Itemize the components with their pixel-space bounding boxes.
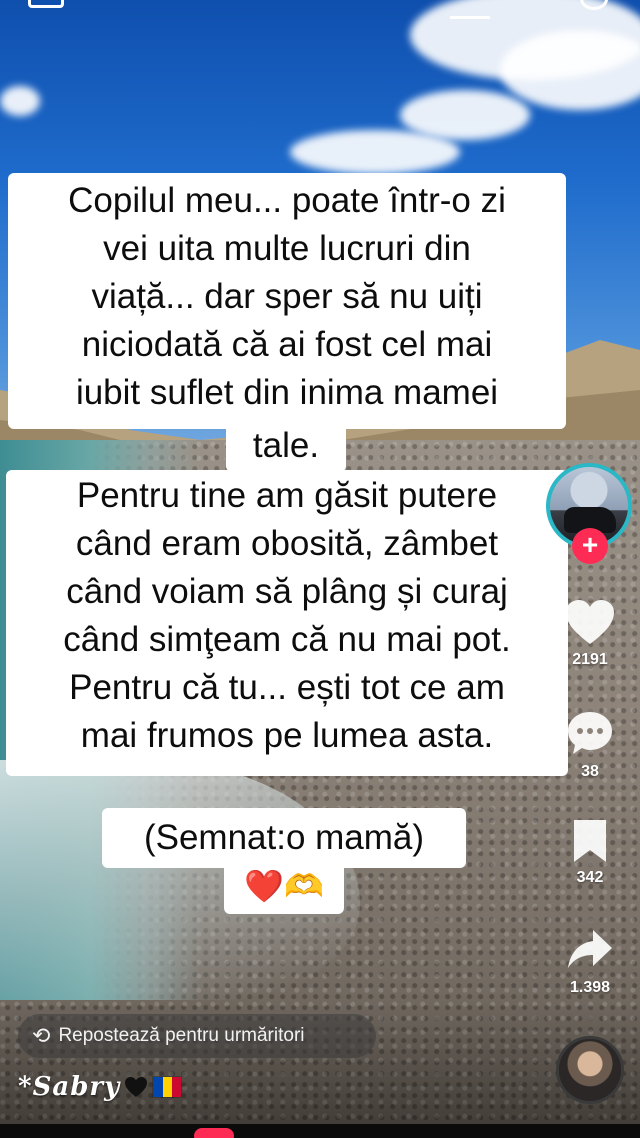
caption-line: tale.: [252, 426, 320, 465]
save-button[interactable]: 342: [556, 818, 624, 887]
heart-icon: [566, 600, 614, 644]
username-text: *Sabry: [18, 1072, 121, 1102]
moldova-flag-icon: [152, 1076, 183, 1098]
signature-box: (Semnat:o mamă): [102, 808, 466, 868]
repost-label: Repostează pentru urmăritori: [58, 1025, 305, 1046]
share-icon: [568, 930, 612, 968]
cloud: [290, 130, 460, 174]
caption-line: niciodată că ai fost cel mai: [81, 325, 493, 364]
caption-block-2: Pentru tine am găsit putere când eram ob…: [6, 470, 568, 776]
caption-line: mai frumos pe lumea asta.: [80, 716, 494, 755]
cloud: [0, 86, 40, 116]
caption-line: iubit suflet din inima mamei: [75, 373, 499, 412]
share-count: 1.398: [569, 979, 611, 996]
caption-line: când voiam să plâng și curaj: [66, 572, 508, 611]
caption-line: când eram obosită, zâmbet: [75, 524, 499, 563]
caption-line: Pentru tine am găsit putere: [76, 476, 498, 515]
bookmark-icon: [574, 820, 606, 862]
follow-button[interactable]: +: [572, 528, 608, 564]
signature-emoji-box: ❤️🫶: [224, 860, 344, 914]
signature-emojis: ❤️🫶: [244, 867, 324, 905]
like-count: 2191: [572, 651, 608, 668]
repost-button[interactable]: ⟲ Repostează pentru urmăritori: [18, 1014, 376, 1058]
caption-line: Copilul meu... poate într-o zi: [68, 181, 506, 220]
save-count: 342: [576, 869, 604, 886]
comment-button[interactable]: 38: [556, 708, 624, 781]
caption-line: Pentru că tu... ești tot ce am: [69, 668, 505, 707]
caption-line: viață... dar sper să nu uiți: [91, 277, 483, 316]
share-button[interactable]: 1.398: [554, 924, 626, 997]
music-disc[interactable]: [556, 1036, 624, 1104]
tab-indicator: [450, 16, 490, 19]
signature-text: (Semnat:o mamă): [143, 818, 425, 857]
creator-username[interactable]: *Sabry: [18, 1072, 183, 1102]
caption-line: vei uita multe lucruri din: [103, 229, 471, 268]
like-button[interactable]: 2191: [556, 598, 624, 669]
comment-count: 38: [581, 763, 599, 780]
caption-block-1: Copilul meu... poate într-o zi vei uita …: [8, 173, 566, 429]
bottom-nav-bar: [0, 1124, 640, 1138]
caption-line: când simţeam că nu mai pot.: [63, 620, 511, 659]
live-icon[interactable]: [28, 0, 64, 8]
notification-badge: [194, 1128, 234, 1138]
repost-icon: ⟲: [32, 1023, 51, 1049]
caption-block-1-tail: tale.: [226, 422, 346, 472]
comment-icon: [568, 712, 612, 754]
black-heart-icon: [125, 1077, 148, 1097]
